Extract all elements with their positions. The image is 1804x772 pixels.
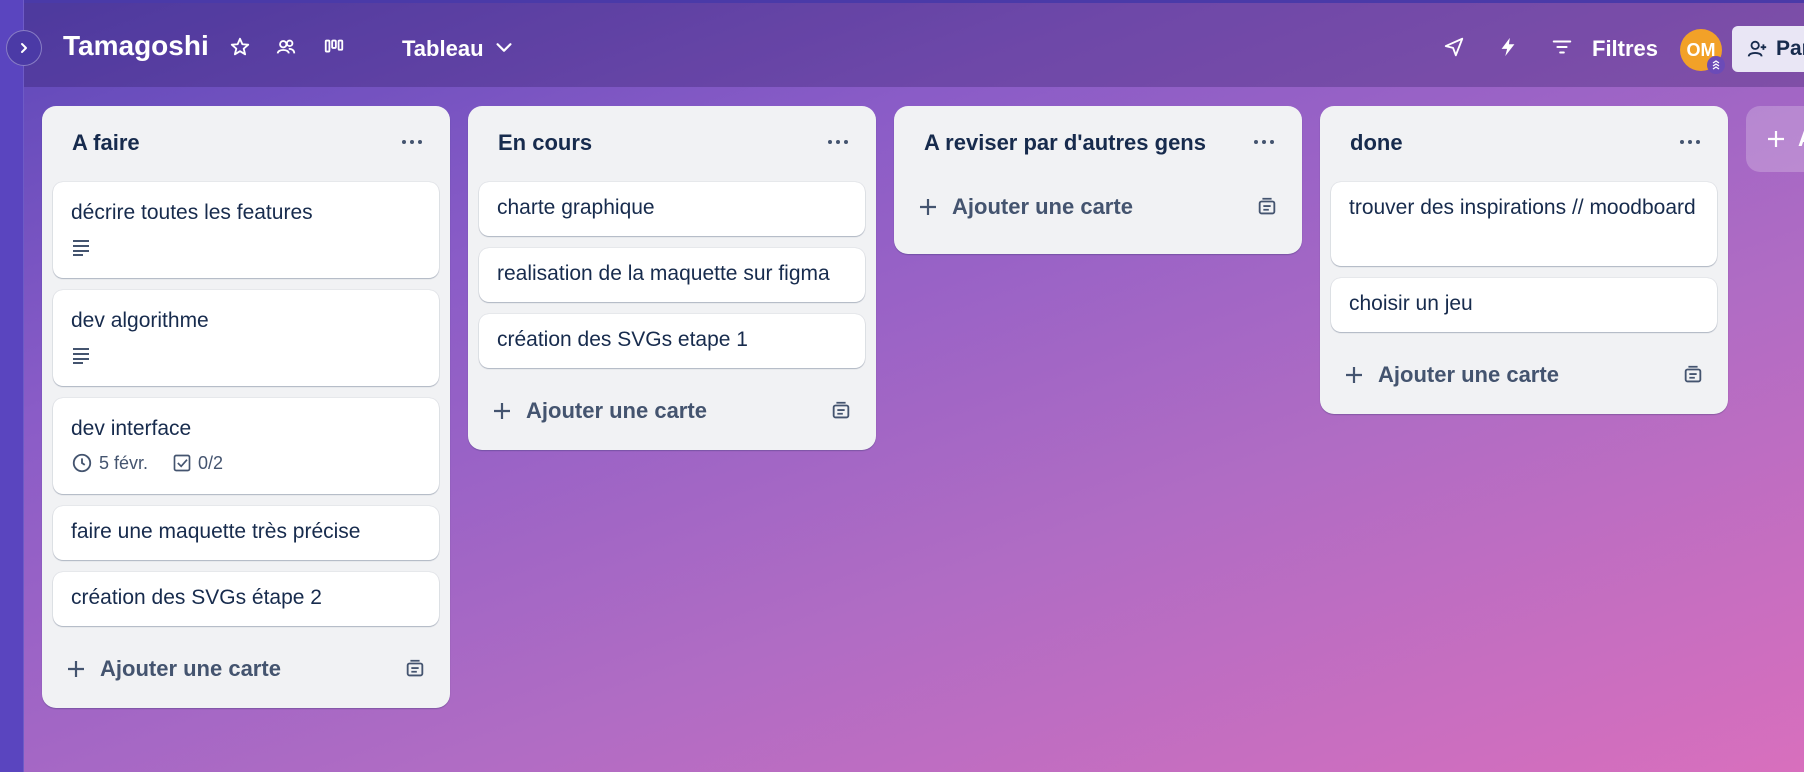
add-user-icon [1747, 40, 1767, 57]
list-card[interactable]: trouver des inspirations // moodboard [1331, 182, 1717, 266]
add-list-button[interactable]: A [1746, 106, 1804, 172]
card-title: faire une maquette très précise [71, 520, 361, 543]
list-title[interactable]: A faire [72, 130, 140, 156]
description-icon [73, 240, 89, 256]
list-card[interactable]: décrire toutes les features [53, 182, 439, 278]
list-card[interactable]: choisir un jeu [1331, 278, 1717, 332]
automation-icon[interactable] [1492, 31, 1524, 63]
board-view-icon[interactable] [318, 31, 350, 63]
card-template-icon[interactable] [404, 658, 426, 685]
card-title: dev algorithme [71, 309, 209, 332]
card-list: trouver des inspirations // moodboard ch… [1320, 182, 1728, 332]
add-card-row: Ajouter une carte [1320, 344, 1728, 414]
card-title: décrire toutes les features [71, 201, 313, 224]
list-header: En cours [468, 106, 876, 182]
add-card-button[interactable]: Ajouter une carte [492, 398, 707, 424]
workspace-sidebar-collapsed [0, 0, 24, 772]
sidebar-expand-button[interactable] [6, 30, 42, 66]
plus-icon [1346, 367, 1362, 383]
description-icon [73, 348, 89, 364]
chevron-right-icon [21, 43, 27, 53]
list-en-cours: En cours charte graphique realisation de… [468, 106, 876, 450]
card-badges [71, 234, 421, 260]
due-date-badge[interactable]: 5 févr. [71, 448, 148, 478]
workspace-visibility-icon[interactable] [270, 31, 302, 63]
list-card[interactable]: dev algorithme [53, 290, 439, 386]
add-card-button[interactable]: Ajouter une carte [66, 656, 281, 682]
plus-icon [68, 661, 84, 677]
list-card[interactable]: charte graphique [479, 182, 865, 236]
card-title: choisir un jeu [1349, 292, 1473, 315]
share-button[interactable]: Partag [1732, 26, 1804, 72]
list-card[interactable]: création des SVGs etape 1 [479, 314, 865, 368]
plus-icon [1768, 131, 1784, 147]
board-header: Tamagoshi Tableau Filtres OM Partag [24, 3, 1804, 87]
add-card-label: Ajouter une carte [952, 194, 1133, 219]
more-options-icon[interactable] [1674, 128, 1706, 156]
avatar[interactable]: OM [1680, 29, 1725, 74]
checklist-icon [173, 454, 191, 472]
filter-icon[interactable] [1546, 31, 1578, 63]
list-card[interactable]: faire une maquette très précise [53, 506, 439, 560]
card-list: charte graphique realisation de la maque… [468, 182, 876, 368]
plus-icon [494, 403, 510, 419]
view-switcher-label[interactable]: Tableau [402, 36, 484, 62]
card-list: décrire toutes les features dev algorith… [42, 182, 450, 626]
checklist-count: 0/2 [198, 453, 224, 473]
card-title: charte graphique [497, 196, 655, 219]
add-card-row: Ajouter une carte [42, 638, 450, 708]
star-icon[interactable] [224, 31, 256, 63]
list-card[interactable]: dev interface 5 févr. 0/2 [53, 398, 439, 494]
board-title[interactable]: Tamagoshi [63, 30, 209, 62]
more-options-icon[interactable] [396, 128, 428, 156]
card-title: création des SVGs etape 1 [497, 328, 748, 351]
due-date-text: 5 févr. [99, 453, 149, 473]
share-button-label: Partag [1776, 37, 1804, 60]
list-card[interactable]: realisation de la maquette sur figma [479, 248, 865, 302]
power-ups-icon[interactable] [1438, 31, 1470, 63]
list-a-reviser: A reviser par d'autres gens Ajouter une … [894, 106, 1302, 254]
card-badges [71, 342, 421, 368]
list-title[interactable]: A reviser par d'autres gens [924, 130, 1206, 156]
filters-button-label[interactable]: Filtres [1592, 36, 1658, 62]
more-options-icon[interactable] [822, 128, 854, 156]
more-options-icon[interactable] [1248, 128, 1280, 156]
list-card[interactable]: création des SVGs étape 2 [53, 572, 439, 626]
admin-badge-icon [1707, 56, 1725, 74]
list-title[interactable]: En cours [498, 130, 592, 156]
card-title: création des SVGs étape 2 [71, 586, 322, 609]
add-card-label: Ajouter une carte [100, 656, 281, 681]
add-card-button[interactable]: Ajouter une carte [1344, 362, 1559, 388]
add-card-label: Ajouter une carte [526, 398, 707, 423]
clock-icon [72, 453, 92, 473]
plus-icon [920, 199, 936, 215]
list-done: done trouver des inspirations // moodboa… [1320, 106, 1728, 414]
add-card-row: Ajouter une carte [468, 380, 876, 450]
add-card-row: Ajouter une carte [894, 182, 1302, 254]
list-a-faire: A faire décrire toutes les features dev … [42, 106, 450, 708]
checklist-badge: 0/2 [172, 448, 223, 478]
card-title: realisation de la maquette sur figma [497, 262, 830, 285]
add-card-label: Ajouter une carte [1378, 362, 1559, 387]
list-header: A faire [42, 106, 450, 182]
list-header: A reviser par d'autres gens [894, 106, 1302, 182]
list-header: done [1320, 106, 1728, 182]
card-title: trouver des inspirations // moodboard [1349, 196, 1696, 219]
card-template-icon[interactable] [830, 400, 852, 427]
card-template-icon[interactable] [1682, 364, 1704, 391]
list-title[interactable]: done [1350, 130, 1403, 156]
card-template-icon[interactable] [1256, 196, 1278, 223]
card-title: dev interface [71, 417, 192, 440]
add-list-label: A [1798, 126, 1804, 152]
chevron-down-icon[interactable] [488, 31, 520, 63]
card-badges: 5 févr. 0/2 [71, 450, 421, 476]
add-card-button[interactable]: Ajouter une carte [918, 194, 1133, 220]
